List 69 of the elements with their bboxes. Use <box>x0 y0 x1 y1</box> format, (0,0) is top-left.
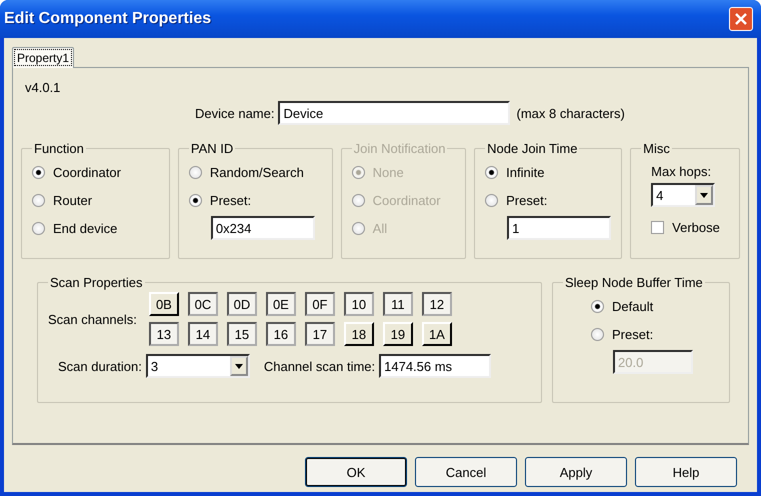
radio-button[interactable] <box>485 194 498 206</box>
radio-label: Preset: <box>506 192 548 208</box>
channel-toggle-button[interactable]: 15 <box>226 322 257 346</box>
radio-label: Coordinator <box>372 192 441 208</box>
scan-channels-label: Scan channels: <box>48 312 137 326</box>
scan-duration-label: Scan duration: <box>58 358 142 374</box>
dialog-button[interactable]: Cancel <box>415 457 517 487</box>
radio-label: Random/Search <box>210 164 304 180</box>
group-title: Function <box>33 141 85 156</box>
radio-label: None <box>372 164 404 180</box>
max-characters-hint: (max 8 characters) <box>516 106 625 120</box>
window-title: Edit Component Properties <box>4 10 212 28</box>
device-name-label: Device name: <box>195 106 274 120</box>
close-button[interactable] <box>729 7 753 31</box>
group-title: PAN ID <box>190 141 234 156</box>
channel-toggle-button[interactable]: 0F <box>304 292 335 316</box>
radio-label: End device <box>53 220 118 236</box>
caret-icon <box>700 192 708 198</box>
radio-label: Preset: <box>210 192 252 208</box>
radio-button[interactable] <box>32 194 45 206</box>
checkbox[interactable] <box>651 220 664 234</box>
channel-toggle-button[interactable]: 0B <box>148 292 179 316</box>
scan-duration-dropdown[interactable]: 3 <box>146 354 250 378</box>
preset-field[interactable]: 1 <box>507 216 612 240</box>
channel-toggle-button[interactable]: 12 <box>422 292 452 316</box>
max-hops-label: Max hops: <box>651 164 712 179</box>
radio-label: Router <box>53 192 92 208</box>
close-icon <box>734 12 748 26</box>
radio-button[interactable] <box>32 222 45 234</box>
checkbox-label: Verbose <box>672 220 720 234</box>
channel-toggle-button[interactable]: 1A <box>422 322 452 346</box>
radio-button[interactable] <box>485 166 498 178</box>
channel-toggle-button[interactable]: 17 <box>304 322 335 346</box>
radio-label: All <box>372 220 388 236</box>
group-title: Node Join Time <box>486 141 578 156</box>
radio-label: Coordinator <box>53 164 121 180</box>
channel-toggle-button[interactable]: 13 <box>148 322 179 346</box>
group-title: Sleep Node Buffer Time <box>564 275 704 290</box>
channel-toggle-button[interactable]: 0E <box>266 292 296 316</box>
radio-label: Default <box>612 298 654 314</box>
channel-toggle-button[interactable]: 19 <box>382 322 413 346</box>
group-title: Join Notification <box>352 141 446 156</box>
channel-toggle-button[interactable]: 14 <box>188 322 218 346</box>
dialog-button[interactable]: Help <box>635 457 737 487</box>
radio-label: Preset: <box>612 326 654 342</box>
radio-button[interactable] <box>591 328 604 340</box>
radio-button[interactable] <box>591 300 604 312</box>
channel-scan-time-label: Channel scan time: <box>264 358 376 374</box>
device-name-field[interactable]: Device <box>278 101 510 125</box>
radio-label: Infinite <box>506 164 544 180</box>
tab[interactable]: Property1 <box>12 47 74 68</box>
group-title: Scan Properties <box>49 275 144 290</box>
dialog-button[interactable]: Apply <box>525 457 627 487</box>
group-title: Misc <box>642 141 671 156</box>
caret-icon <box>234 364 243 368</box>
channel-toggle-button[interactable]: 0C <box>188 292 218 316</box>
radio-button[interactable] <box>188 166 202 178</box>
channel-toggle-button[interactable]: 0D <box>226 292 257 316</box>
channel-toggle-button[interactable]: 18 <box>344 322 374 346</box>
radio-button[interactable] <box>188 194 202 206</box>
dialog-button[interactable]: OK <box>305 457 407 487</box>
radio-button[interactable] <box>32 166 45 178</box>
channel-scan-time-field[interactable]: 1474.56 ms <box>379 354 492 378</box>
channel-toggle-button[interactable]: 16 <box>266 322 296 346</box>
channel-toggle-button[interactable]: 10 <box>344 292 374 316</box>
channel-toggle-button[interactable]: 11 <box>382 292 413 316</box>
max-hops-dropdown[interactable]: 4 <box>651 183 716 207</box>
preset-field[interactable]: 0x234 <box>210 216 315 240</box>
version-label: v4.0.1 <box>25 80 60 95</box>
